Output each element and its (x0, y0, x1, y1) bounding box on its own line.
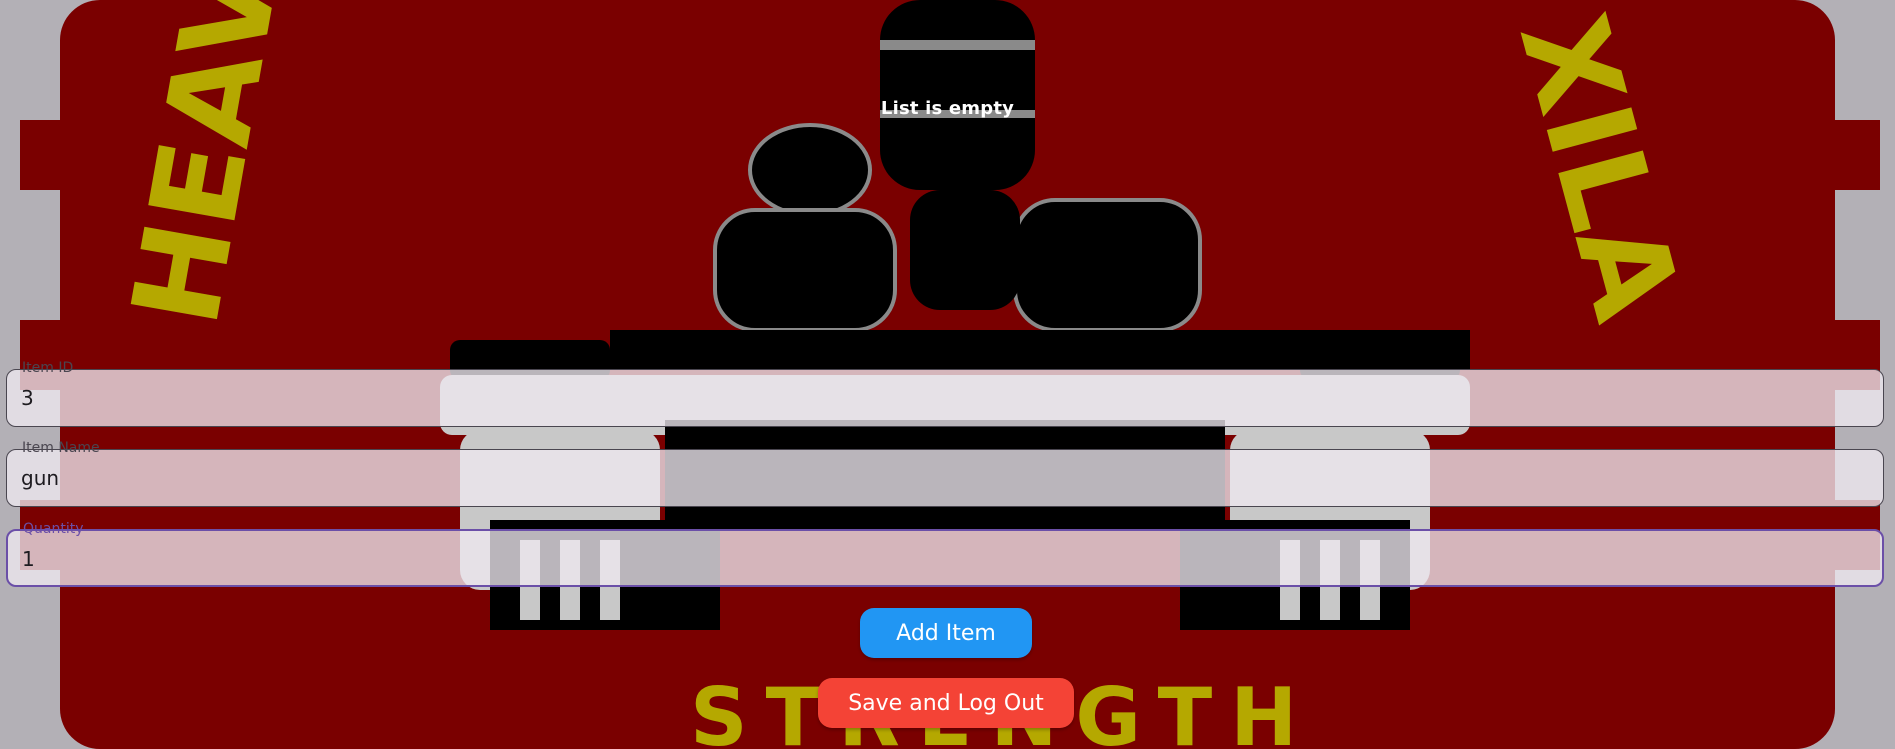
app-content: List is empty Item ID Item Name Quantity… (0, 0, 1895, 749)
save-and-logout-button[interactable]: Save and Log Out (818, 678, 1074, 728)
item-id-label: Item ID (22, 360, 74, 376)
item-name-input[interactable] (21, 464, 1869, 492)
add-item-button[interactable]: Add Item (860, 608, 1032, 658)
quantity-field[interactable]: Quantity (6, 521, 1884, 587)
item-name-label: Item Name (22, 440, 100, 456)
item-id-field[interactable]: Item ID (6, 360, 1884, 427)
quantity-label: Quantity (23, 521, 84, 537)
quantity-input[interactable] (22, 545, 1868, 573)
item-id-input[interactable] (21, 384, 1869, 412)
empty-list-message: List is empty (880, 98, 1015, 119)
item-name-field[interactable]: Item Name (6, 440, 1884, 507)
